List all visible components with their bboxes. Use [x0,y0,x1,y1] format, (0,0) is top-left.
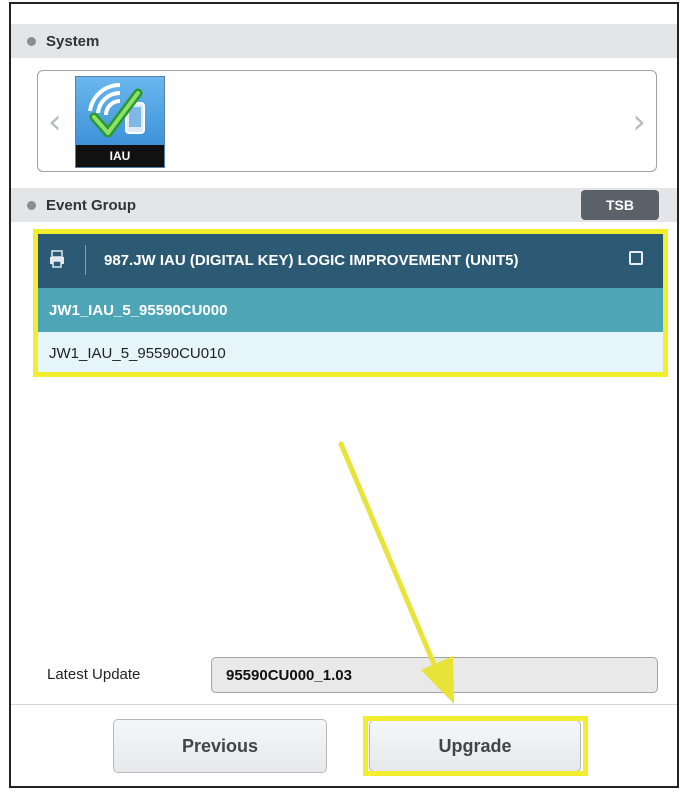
system-header-label: System [46,32,100,50]
previous-button[interactable]: Previous [113,719,327,773]
system-carousel: ‹ IAU › [37,70,657,172]
bullet-icon [27,36,36,46]
upload-icon[interactable] [629,251,643,265]
event-group-header-label: Event Group [46,196,137,214]
system-tile-label: IAU [76,145,164,167]
list-item[interactable]: JW1_IAU_5_95590CU010 [35,332,665,376]
tsb-button[interactable]: TSB [581,190,659,220]
list-item-label: JW1_IAU_5_95590CU010 [49,345,226,362]
list-item[interactable]: JW1_IAU_5_95590CU000 [35,288,665,332]
title-separator [85,245,86,275]
app-frame: System ‹ IAU › Event Group TSB 987.JW IA… [9,2,679,788]
event-list: 987.JW IAU (DIGITAL KEY) LOGIC IMPROVEME… [35,232,665,376]
divider [11,704,677,705]
bullet-icon [27,200,36,210]
chevron-right-icon[interactable]: › [632,105,646,139]
latest-update-value: 95590CU000_1.03 [226,666,352,684]
iau-check-phone-icon [88,82,145,138]
chevron-left-icon[interactable]: ‹ [48,105,62,139]
event-group-header: Event Group [11,188,677,222]
latest-update-field: 95590CU000_1.03 [211,657,658,693]
event-list-title: 987.JW IAU (DIGITAL KEY) LOGIC IMPROVEME… [104,251,519,269]
printer-icon [49,250,75,270]
system-section-header: System [11,24,677,58]
upgrade-button[interactable]: Upgrade [369,720,581,772]
latest-update-label: Latest Update [47,666,141,683]
system-tile-iau[interactable]: IAU [75,76,165,168]
list-item-label: JW1_IAU_5_95590CU000 [49,301,228,319]
event-list-title-row[interactable]: 987.JW IAU (DIGITAL KEY) LOGIC IMPROVEME… [35,232,665,288]
